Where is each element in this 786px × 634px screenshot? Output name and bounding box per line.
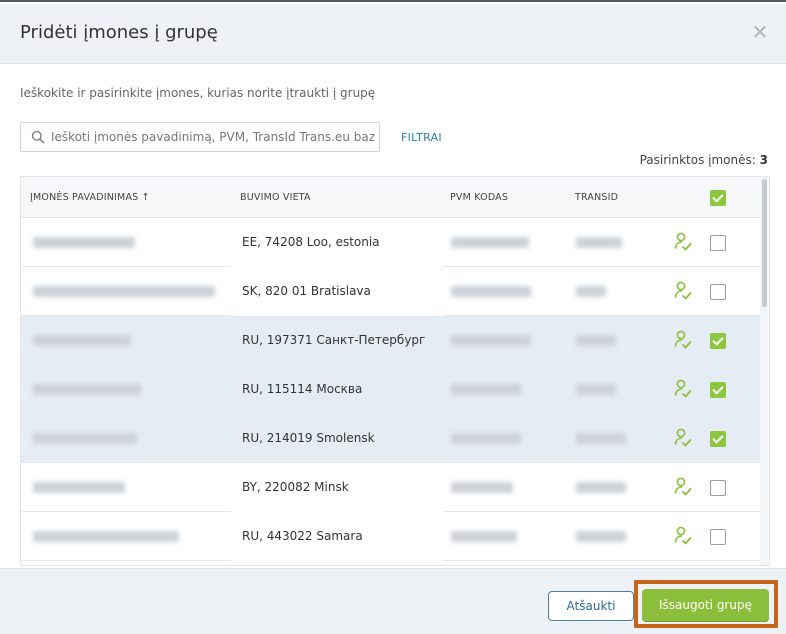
user-check-icon[interactable] [673,280,693,302]
selected-count-label: Pasirinktos įmonės: [639,153,756,167]
vat-code-redacted [451,335,531,346]
vat-code-redacted [451,531,517,542]
select-all-checkbox[interactable] [710,190,726,206]
column-header-vat[interactable]: PVM KODAS [450,192,508,203]
transid-redacted [576,384,616,395]
transid-redacted [576,335,616,346]
transid-redacted [576,237,622,248]
dialog-title: Pridėti įmones į grupę [20,22,218,43]
user-check-icon[interactable] [673,378,693,400]
close-icon[interactable]: ✕ [750,22,770,42]
row-checkbox[interactable] [710,480,726,496]
company-name-redacted [33,286,215,297]
company-name-redacted [33,335,131,346]
vat-code-redacted [451,286,531,297]
location-cell: SK, 820 01 Bratislava [242,284,371,298]
table-row[interactable]: RU, 115114 Москва [21,365,761,414]
vat-code-redacted [451,384,521,395]
column-header-location[interactable]: BUVIMO VIETA [240,192,311,203]
transid-redacted [576,433,626,444]
transid-redacted [576,286,606,297]
user-check-icon[interactable] [673,476,693,498]
row-checkbox[interactable] [710,431,726,447]
location-cell: RU, 443022 Samara [242,529,363,543]
location-cell: RU, 115114 Москва [242,382,363,396]
selected-count: Pasirinktos įmonės: 3 [640,153,768,167]
companies-table: ĮMONĖS PAVADINIMAS ↑ BUVIMO VIETA PVM KO… [20,176,770,566]
vat-code-redacted [451,237,529,248]
user-check-icon[interactable] [673,525,693,547]
filters-link[interactable]: FILTRAI [401,131,442,144]
dialog-header: Pridėti įmones į grupę ✕ [0,4,786,64]
location-cell: RU, 197371 Санкт-Петербург [242,333,426,347]
company-name-redacted [33,237,135,248]
company-name-redacted [33,384,141,395]
search-icon [31,130,45,144]
company-name-redacted [33,482,125,493]
table-row[interactable]: BY, 220082 Minsk [21,463,761,512]
row-checkbox[interactable] [710,382,726,398]
location-cell: RU, 214019 Smolensk [242,431,375,445]
cancel-button[interactable]: Atšaukti [548,591,634,621]
row-checkbox[interactable] [710,235,726,251]
table-row[interactable]: SK, 820 01 Bratislava [21,267,761,316]
location-cell: EE, 74208 Loo, estonia [242,235,380,249]
column-header-transid[interactable]: TRANSID [575,192,618,203]
scrollbar-thumb[interactable] [762,179,767,307]
row-checkbox[interactable] [710,284,726,300]
dialog-subtitle: Ieškokite ir pasirinkite įmones, kurias … [20,86,376,100]
table-scrollbar[interactable] [760,177,769,565]
location-cell: BY, 220082 Minsk [242,480,349,494]
add-companies-dialog: Pridėti įmones į grupę ✕ Ieškokite ir pa… [0,0,786,634]
user-check-icon[interactable] [673,427,693,449]
save-group-button[interactable]: Išsaugoti grupę [642,589,769,621]
company-name-redacted [33,433,137,444]
column-header-name[interactable]: ĮMONĖS PAVADINIMAS ↑ [30,192,150,203]
table-header: ĮMONĖS PAVADINIMAS ↑ BUVIMO VIETA PVM KO… [21,177,761,218]
user-check-icon[interactable] [673,231,693,253]
selected-count-value: 3 [759,153,768,167]
table-row[interactable]: RU, 197371 Санкт-Петербург [21,316,761,365]
table-row[interactable]: RU, 443022 Samara [21,512,761,561]
search-input[interactable] [51,123,375,151]
row-checkbox[interactable] [710,333,726,349]
transid-redacted [576,531,626,542]
vat-code-redacted [451,482,513,493]
table-row[interactable]: EE, 74208 Loo, estonia [21,218,761,267]
vat-code-redacted [451,433,521,444]
table-row[interactable]: RU, 214019 Smolensk [21,414,761,463]
search-field[interactable] [20,122,380,152]
user-check-icon[interactable] [673,329,693,351]
transid-redacted [576,482,626,493]
row-checkbox[interactable] [710,529,726,545]
company-name-redacted [33,531,179,542]
